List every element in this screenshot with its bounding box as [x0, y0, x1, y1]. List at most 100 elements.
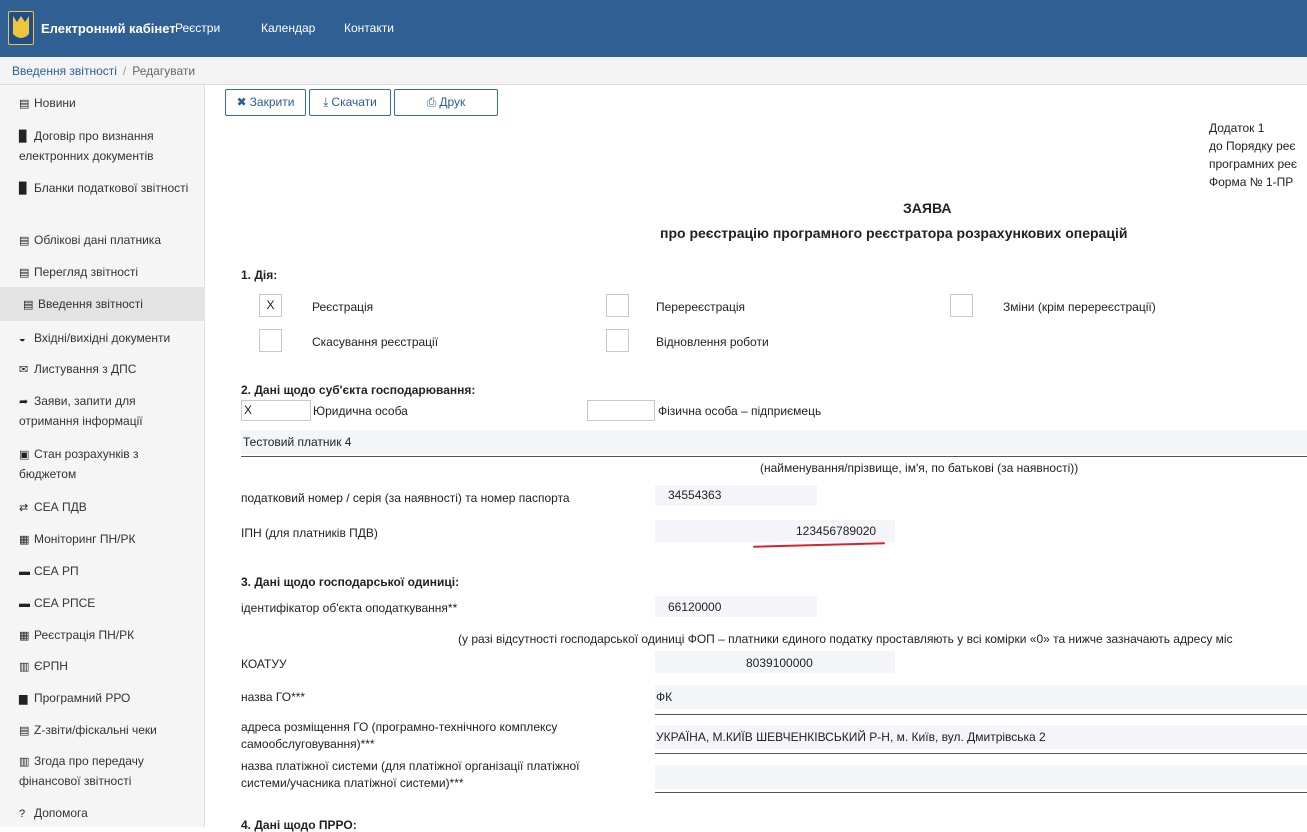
breadcrumb-separator: /: [122, 64, 127, 78]
file-icon: ▤: [19, 267, 30, 279]
sidebar-item-label: ЄРПН: [34, 659, 68, 673]
sidebar-item-enter-reports[interactable]: ▤ Введення звітності: [0, 287, 205, 321]
sidebar-item-view-reports[interactable]: ▤ Перегляд звітності: [0, 263, 205, 283]
taxpayer-name-field[interactable]: [241, 430, 1307, 454]
close-button-label: Закрити: [249, 95, 295, 109]
sidebar-item-edoc-agreement[interactable]: ▉ Договір про визнання електронних докуме…: [0, 127, 205, 166]
sidebar-item-label: Новини: [34, 96, 76, 110]
sidebar-item-label: Реєстрація ПН/РК: [34, 628, 135, 642]
sidebar-item-forms[interactable]: ▉ Бланки податкової звітності: [0, 179, 205, 199]
register-icon: ▦: [19, 630, 30, 642]
sidebar-item-erpn[interactable]: ▥ ЄРПН: [0, 657, 205, 677]
action-checkbox-reregistration[interactable]: [606, 294, 629, 317]
sidebar-item-label: Бланки податкової звітності: [34, 181, 189, 195]
name-caption: (найменування/прізвище, ім'я, по батьков…: [760, 461, 1079, 475]
sidebar-item-label: СЕА РПСЕ: [34, 596, 96, 610]
payment-system-label: назва платіжної системи (для платіжної о…: [241, 759, 580, 790]
exchange-icon: ⇄: [19, 502, 29, 514]
close-button[interactable]: ✖ Закрити: [225, 89, 306, 116]
annex-line-2: до Порядку реє: [1209, 139, 1296, 153]
action-checkbox-cancel[interactable]: [259, 329, 282, 352]
edit-icon: ▤: [23, 299, 34, 311]
section-2-title: 2. Дані щодо суб'єкта господарювання:: [241, 383, 476, 397]
help-icon: ?: [19, 808, 26, 820]
sidebar-item-news[interactable]: ▤ Новини: [0, 94, 205, 114]
sidebar-item-label: Облікові дані платника: [34, 233, 161, 247]
taxpayer-name-value: Тестовий платник 4: [243, 435, 352, 449]
underline: [655, 792, 1307, 793]
download-button[interactable]: ⤓ Скачати: [309, 89, 391, 116]
sidebar-item-label: Вхідні/вихідні документи: [34, 331, 171, 345]
action-checkbox-restore[interactable]: [606, 329, 629, 352]
sidebar-item-label: Стан розрахунків з бюджетом: [19, 447, 139, 481]
go-name-field[interactable]: [655, 685, 1307, 709]
section-3-title: 3. Дані щодо господарської одиниці:: [241, 575, 460, 589]
sidebar-item-requests[interactable]: ➦ Заяви, запити для отримання інформації: [0, 392, 205, 431]
entity-label: Фізична особа – підприємець: [658, 404, 822, 418]
list-icon: ▤: [19, 725, 30, 737]
nav-registries[interactable]: Реєстри: [175, 21, 220, 35]
sidebar-item-documents[interactable]: ◒ Вхідні/вихідні документи: [0, 329, 205, 349]
annex-line-3: програмних реє: [1209, 157, 1297, 171]
print-button-label: Друк: [439, 95, 466, 109]
table-icon: ▬: [19, 566, 30, 578]
tax-number-label: податковий номер / серія (за наявності) …: [241, 491, 570, 505]
payment-system-field[interactable]: [655, 765, 1307, 789]
sidebar-item-label: СЕА ПДВ: [34, 500, 87, 514]
entity-label: Юридична особа: [313, 404, 408, 418]
underline: [655, 714, 1307, 715]
sidebar-item-monitoring[interactable]: ▦ Моніторинг ПН/РК: [0, 530, 205, 550]
breadcrumb-current[interactable]: Введення звітності: [12, 64, 117, 78]
nav-contacts[interactable]: Контакти: [344, 21, 394, 35]
nav-calendar[interactable]: Календар: [261, 21, 315, 35]
fop-note: (у разі відсутності господарської одиниц…: [458, 632, 1233, 646]
sidebar-item-z-reports[interactable]: ▤ Z-звіти/фіскальні чеки: [0, 721, 205, 741]
sidebar-item-label: Листування з ДПС: [34, 362, 137, 376]
sidebar-item-label: Договір про визнання електронних докумен…: [19, 129, 154, 163]
bank-icon: ▥: [19, 756, 30, 768]
entity-checkbox-individual[interactable]: [587, 400, 655, 421]
annex-line-4: Форма № 1-ПР: [1209, 175, 1294, 189]
share-icon: ➦: [19, 396, 29, 408]
download-button-label: Скачати: [331, 95, 377, 109]
form-title: ЗАЯВА: [903, 200, 952, 216]
brand-title[interactable]: Електронний кабінет: [41, 21, 176, 36]
sidebar-item-sea-pdv[interactable]: ⇄ СЕА ПДВ: [0, 498, 205, 518]
entity-checkbox-legal[interactable]: X: [241, 400, 311, 421]
object-id-label: ідентифікатор об'єкта оподаткування**: [241, 601, 458, 615]
sidebar-item-budget-status[interactable]: ▣ Стан розрахунків з бюджетом: [0, 445, 205, 484]
money-icon: ▣: [19, 449, 30, 461]
action-checkbox-registration[interactable]: X: [259, 294, 282, 317]
printer-icon: ▆: [19, 693, 28, 705]
barcode-icon: ▥: [19, 661, 30, 673]
envelope-icon: ✉: [19, 364, 29, 376]
newspaper-icon: ▤: [19, 98, 30, 110]
sidebar-item-registration[interactable]: ▦ Реєстрація ПН/РК: [0, 626, 205, 646]
top-navbar: Електронний кабінет Реєстри Календар Кон…: [0, 0, 1307, 57]
sidebar-item-sea-rpse[interactable]: ▬ СЕА РПСЕ: [0, 594, 205, 614]
sidebar-item-correspondence[interactable]: ✉ Листування з ДПС: [0, 360, 205, 380]
table-icon: ▬: [19, 598, 30, 610]
sidebar-item-software-rro[interactable]: ▆ Програмний РРО: [0, 689, 205, 709]
action-checkbox-changes[interactable]: [950, 294, 973, 317]
sidebar-item-label: Заяви, запити для отримання інформації: [19, 394, 143, 428]
annex-line-1: Додаток 1: [1209, 121, 1265, 135]
section-4-title: 4. Дані щодо ПРРО:: [241, 818, 357, 832]
go-address-value: УКРАЇНА, М.КИЇВ ШЕВЧЕНКІВСЬКИЙ Р-Н, м. К…: [656, 730, 1046, 744]
coat-of-arms-logo[interactable]: [8, 11, 34, 45]
id-card-icon: ▤: [19, 235, 30, 247]
form-subtitle: про реєстрацію програмного реєстратора р…: [660, 225, 1128, 241]
inbox-icon: ◒: [19, 333, 26, 345]
sidebar-item-account-data[interactable]: ▤ Облікові дані платника: [0, 231, 205, 251]
sidebar-item-label: Моніторинг ПН/РК: [34, 532, 136, 546]
print-button[interactable]: ⎙ Друк: [394, 89, 498, 116]
sidebar-item-financial-consent[interactable]: ▥ Згода про передачу фінансової звітності: [0, 752, 205, 791]
sidebar-item-help[interactable]: ? Допомога: [0, 804, 205, 824]
action-label: Відновлення роботи: [656, 335, 769, 349]
sidebar-item-label: СЕА РП: [34, 564, 79, 578]
action-label: Перереєстрація: [656, 300, 745, 314]
go-name-label: назва ГО***: [241, 690, 306, 704]
action-label: Зміни (крім перереєстрації): [1003, 300, 1156, 314]
sidebar-item-sea-rp[interactable]: ▬ СЕА РП: [0, 562, 205, 582]
action-label: Реєстрація: [312, 300, 374, 314]
